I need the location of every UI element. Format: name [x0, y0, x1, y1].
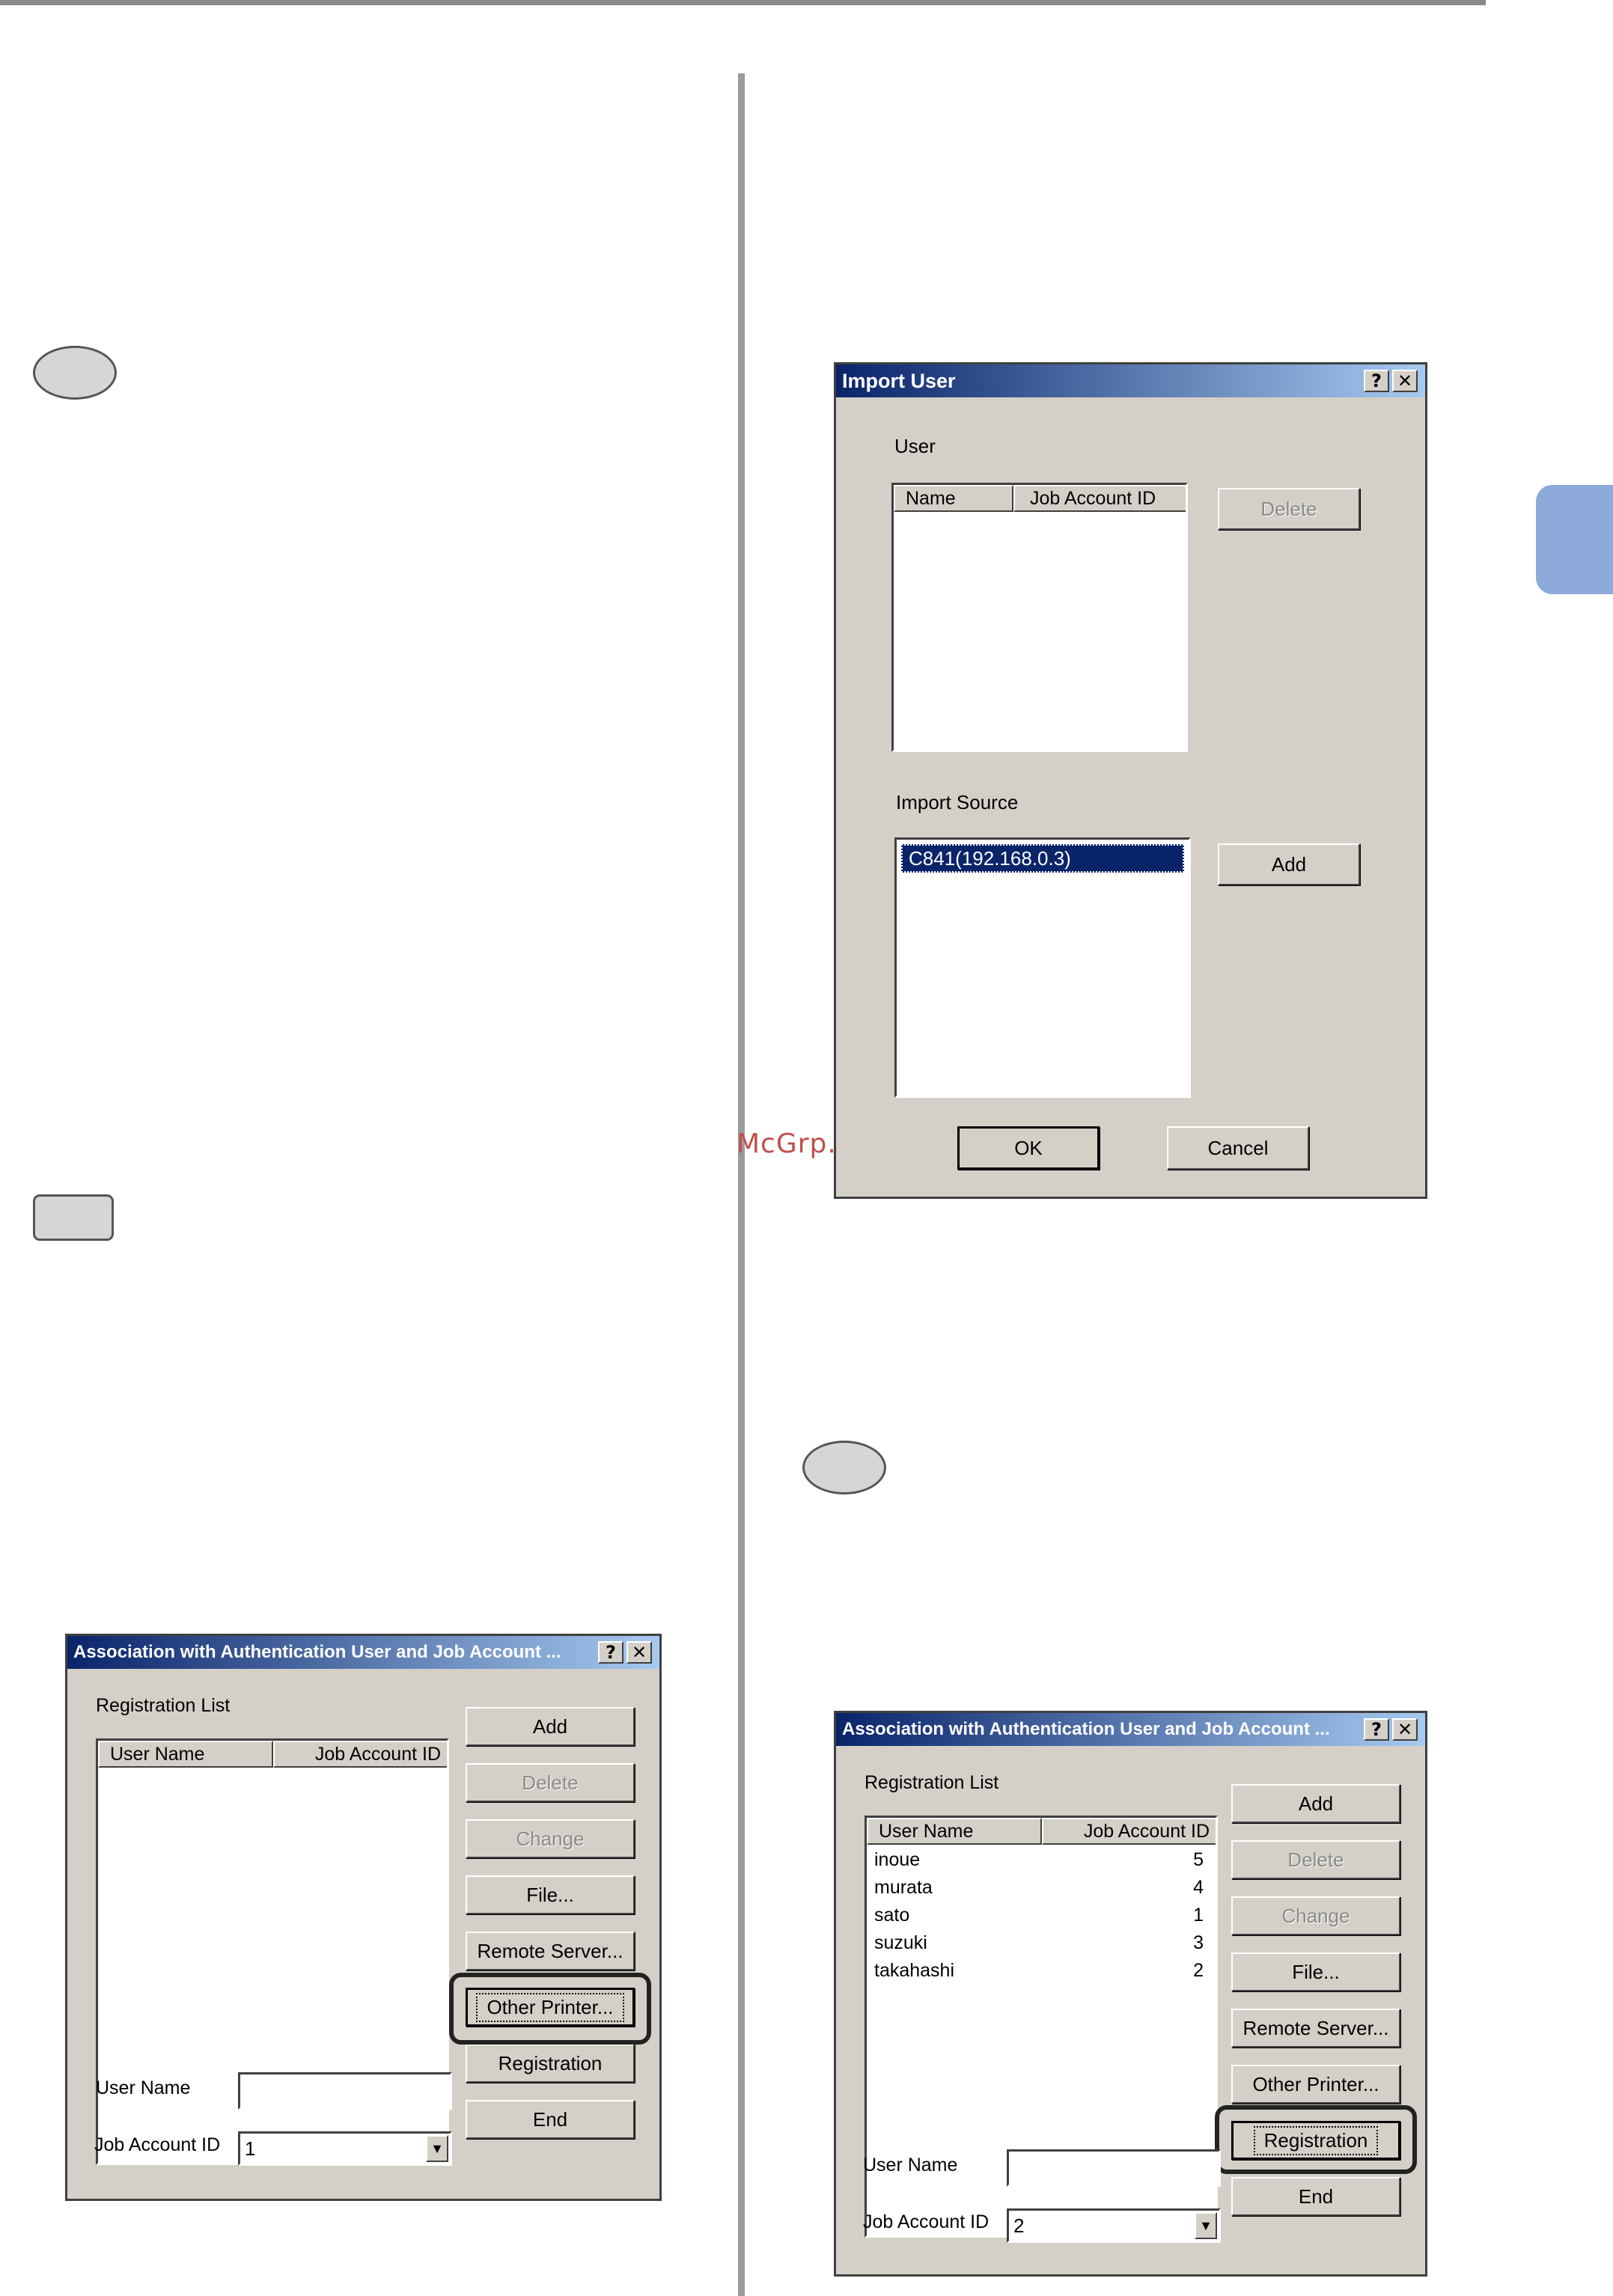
job-account-id-select[interactable]: 1 ▼: [238, 2131, 452, 2166]
user-name-label: User Name: [96, 2077, 191, 2098]
help-icon[interactable]: ?: [1364, 370, 1389, 392]
column-divider: [738, 73, 745, 2296]
top-rule: [0, 0, 1486, 5]
end-button[interactable]: End: [1231, 2177, 1400, 2216]
column-header-user-name[interactable]: User Name: [98, 1741, 273, 1768]
cancel-button[interactable]: Cancel: [1167, 1126, 1309, 1170]
column-header-job-account-id[interactable]: Job Account ID: [1042, 1818, 1216, 1845]
highlight-frame: [449, 1973, 651, 2045]
end-button[interactable]: End: [466, 2100, 635, 2139]
user-name-input[interactable]: [1007, 2149, 1221, 2187]
ok-button[interactable]: OK: [957, 1126, 1100, 1170]
job-account-id-label: Job Account ID: [94, 2134, 221, 2155]
dialog-title-bar: Association with Authentication User and…: [67, 1636, 659, 1669]
table-row[interactable]: suzuki 3: [874, 1929, 1204, 1956]
remote-server-button[interactable]: Remote Server...: [466, 1932, 635, 1970]
delete-button[interactable]: Delete: [1231, 1840, 1400, 1879]
add-button[interactable]: Add: [466, 1707, 635, 1746]
change-button[interactable]: Change: [466, 1819, 635, 1858]
help-icon[interactable]: ?: [1364, 1718, 1389, 1741]
import-user-dialog: Import User ? ✕ User Name Job Account ID…: [834, 362, 1427, 1199]
file-button[interactable]: File...: [1231, 1952, 1400, 1991]
table-row[interactable]: sato 1: [874, 1902, 1204, 1929]
import-source-label: Import Source: [896, 791, 1019, 813]
file-button[interactable]: File...: [466, 1875, 635, 1914]
dialog-title: Association with Authentication User and…: [73, 1642, 561, 1662]
dialog-title: Import User: [842, 369, 956, 392]
note-icon: [33, 346, 117, 400]
import-source-item[interactable]: C841(192.168.0.3): [901, 844, 1184, 873]
chapter-tab: [1536, 485, 1613, 594]
dialog-title-bar: Association with Authentication User and…: [836, 1713, 1425, 1746]
close-icon[interactable]: ✕: [1392, 1718, 1418, 1741]
note-icon: [802, 1441, 886, 1494]
chevron-down-icon[interactable]: ▼: [426, 2135, 448, 2162]
add-button[interactable]: Add: [1218, 843, 1360, 885]
association-dialog: Association with Authentication User and…: [65, 1634, 662, 2201]
column-header-name[interactable]: Name: [894, 485, 1013, 512]
chevron-down-icon[interactable]: ▼: [1195, 2212, 1217, 2239]
remote-server-button[interactable]: Remote Server...: [1231, 2009, 1400, 2048]
help-icon[interactable]: ?: [598, 1641, 623, 1664]
column-header-job-account-id[interactable]: Job Account ID: [1013, 485, 1186, 512]
import-source-list[interactable]: C841(192.168.0.3): [894, 837, 1191, 1098]
user-name-label: User Name: [863, 2155, 958, 2176]
add-button[interactable]: Add: [1231, 1784, 1400, 1823]
highlight-frame: [1215, 2105, 1417, 2174]
column-header-job-account-id[interactable]: Job Account ID: [273, 1741, 447, 1768]
table-row[interactable]: murata 4: [874, 1874, 1204, 1901]
job-account-id-select[interactable]: 2 ▼: [1007, 2208, 1221, 2243]
job-account-id-label: Job Account ID: [863, 2211, 990, 2232]
association-dialog-filled: Association with Authentication User and…: [834, 1711, 1427, 2277]
user-group-label: User: [894, 435, 936, 457]
column-header-user-name[interactable]: User Name: [867, 1818, 1042, 1845]
dialog-title-bar: Import User: [836, 364, 1425, 397]
table-row[interactable]: takahashi 2: [874, 1957, 1204, 1984]
other-printer-button[interactable]: Other Printer...: [1231, 2065, 1400, 2104]
registration-button[interactable]: Registration: [466, 2044, 635, 2083]
delete-button[interactable]: Delete: [1218, 488, 1360, 530]
registration-list-label: Registration List: [865, 1772, 999, 1793]
delete-button[interactable]: Delete: [466, 1763, 635, 1802]
key-icon: [33, 1194, 114, 1241]
close-icon[interactable]: ✕: [1392, 370, 1418, 392]
change-button[interactable]: Change: [1231, 1896, 1400, 1935]
dialog-title: Association with Authentication User and…: [842, 1719, 1330, 1739]
user-name-input[interactable]: [238, 2072, 452, 2110]
table-row[interactable]: inoue 5: [874, 1846, 1204, 1873]
registration-list-label: Registration List: [96, 1695, 231, 1716]
close-icon[interactable]: ✕: [626, 1641, 652, 1664]
user-list[interactable]: Name Job Account ID: [891, 483, 1188, 752]
